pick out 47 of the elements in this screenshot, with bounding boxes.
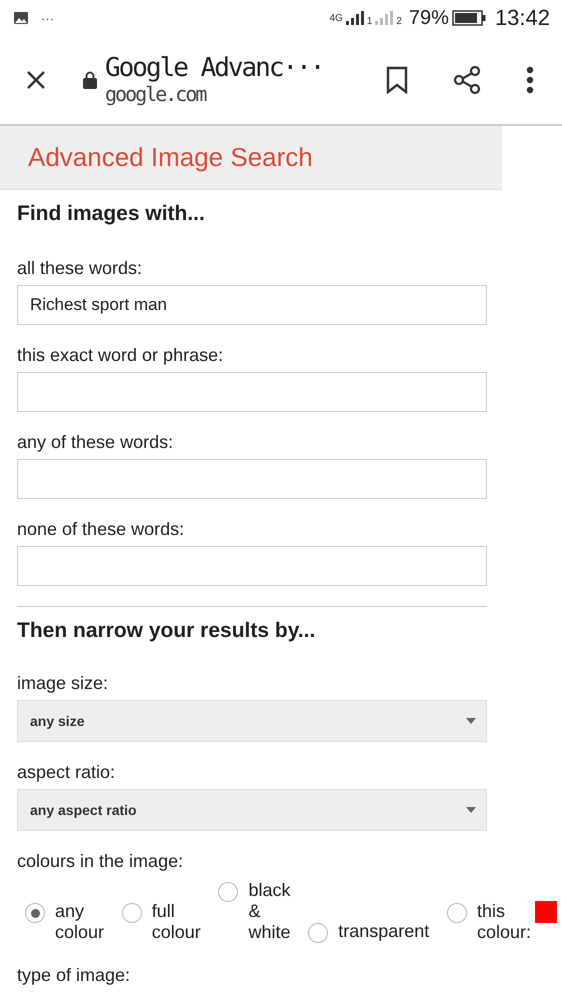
field-label: this exact word or phrase: xyxy=(17,345,224,366)
caret-icon xyxy=(466,718,476,724)
more-icon xyxy=(526,66,534,94)
radio-label: black & white xyxy=(248,880,290,943)
sim-number: 2 xyxy=(396,16,402,27)
radio-label: full colour xyxy=(152,901,201,943)
input-field[interactable] xyxy=(17,459,487,499)
radio-button[interactable] xyxy=(122,903,142,923)
field-label: none of these words: xyxy=(17,519,186,540)
field-label: all these words: xyxy=(17,258,144,279)
section-title: Then narrow your results by... xyxy=(17,619,316,643)
lock-icon xyxy=(83,71,97,89)
field-label: any of these words: xyxy=(17,432,174,453)
field-label: aspect ratio: xyxy=(17,762,116,783)
input-field[interactable]: Richest sport man xyxy=(17,285,487,325)
input-field[interactable] xyxy=(17,546,487,586)
bookmark-icon xyxy=(386,66,408,94)
radio-button[interactable] xyxy=(308,923,328,943)
page-url: google.com xyxy=(105,83,207,106)
battery-percent: 79% xyxy=(408,6,449,30)
field-label: image size: xyxy=(17,673,110,694)
image-icon xyxy=(14,12,28,24)
battery-icon xyxy=(452,10,486,26)
radio-label: transparent xyxy=(338,921,430,942)
page-title: Google Advanc··· xyxy=(105,54,324,84)
sim-number: 1 xyxy=(366,16,372,27)
caret-icon xyxy=(466,807,476,813)
field-label: colours in the image: xyxy=(17,851,184,872)
radio-button[interactable] xyxy=(25,903,45,923)
radio-label: this colour: xyxy=(476,901,531,943)
page-heading: Advanced Image Search xyxy=(28,142,313,173)
network-type: 4G xyxy=(329,12,343,24)
clock: 13:42 xyxy=(494,5,550,31)
signal-icon xyxy=(346,11,364,25)
colour-swatch[interactable] xyxy=(535,901,557,923)
radio-label: any colour xyxy=(55,901,104,943)
notification-more: ··· xyxy=(41,10,54,26)
share-icon xyxy=(452,65,482,95)
radio-button[interactable] xyxy=(218,882,238,902)
input-field[interactable] xyxy=(17,372,487,412)
dropdown[interactable]: any size xyxy=(17,700,487,742)
dropdown[interactable]: any aspect ratio xyxy=(17,789,487,831)
radio-button[interactable] xyxy=(446,903,467,923)
close-icon xyxy=(25,69,47,91)
signal-icon xyxy=(375,11,394,25)
section-title: Find images with... xyxy=(17,202,206,226)
field-label: type of image: xyxy=(17,965,132,986)
